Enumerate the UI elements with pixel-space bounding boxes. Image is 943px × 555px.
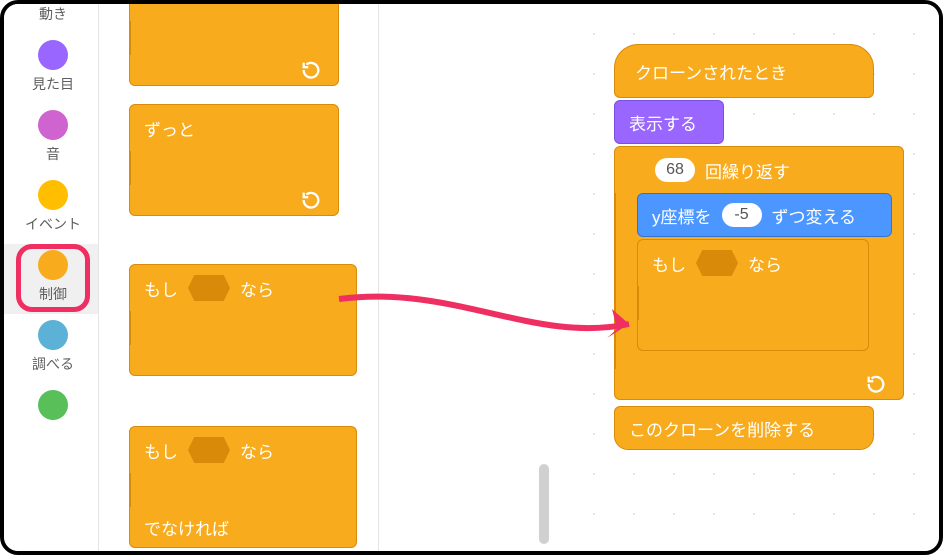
block-label: もし (144, 438, 178, 463)
category-sidebar: 動き 見た目 音 イベント 制御 調べる (4, 4, 99, 551)
repeat-block[interactable]: 68 回繰り返す y座標を -5 ずつ変える (614, 146, 904, 400)
condition-slot[interactable] (696, 250, 738, 276)
change-y-block[interactable]: y座標を -5 ずつ変える (637, 193, 892, 237)
block-palette: ずっと もし なら もし なら でなければ (99, 4, 379, 551)
block-label: 表示する (629, 110, 697, 135)
category-label: 音 (46, 144, 60, 164)
control-dot-icon (38, 250, 68, 280)
looks-dot-icon (38, 40, 68, 70)
palette-scrollbar[interactable] (539, 464, 549, 544)
category-label: 見た目 (32, 74, 74, 94)
block-label: クローンされたとき (635, 59, 787, 84)
category-sensing[interactable]: 調べる (4, 314, 98, 384)
block-label: なら (240, 438, 274, 463)
category-operators[interactable] (4, 384, 98, 434)
when-cloned-hat-block[interactable]: クローンされたとき (614, 44, 874, 98)
events-dot-icon (38, 180, 68, 210)
category-label: イベント (25, 214, 81, 234)
block-label: もし (144, 276, 178, 301)
block-label: もし (652, 251, 686, 276)
loop-arrow-icon (300, 189, 322, 211)
forever-block[interactable]: ずっと (129, 104, 339, 216)
category-control[interactable]: 制御 (4, 244, 98, 314)
category-label: 動き (39, 4, 67, 24)
category-label: 調べる (32, 354, 74, 374)
block-label: このクローンを削除する (629, 416, 815, 441)
category-sound[interactable]: 音 (4, 104, 98, 174)
loop-arrow-icon (865, 373, 887, 395)
block-label: なら (748, 251, 782, 276)
sound-dot-icon (38, 110, 68, 140)
condition-slot[interactable] (188, 275, 230, 301)
category-looks[interactable]: 見た目 (4, 34, 98, 104)
block-label: でなければ (144, 515, 229, 540)
delete-clone-block[interactable]: このクローンを削除する (614, 406, 874, 450)
block-label: ずつ変える (772, 203, 857, 228)
if-else-block[interactable]: もし なら でなければ (129, 426, 357, 548)
block-label: なら (240, 276, 274, 301)
category-label: 制御 (39, 284, 67, 304)
operators-dot-icon (38, 390, 68, 420)
category-events[interactable]: イベント (4, 174, 98, 244)
sensing-dot-icon (38, 320, 68, 350)
if-block[interactable]: もし なら (637, 239, 869, 351)
script-canvas[interactable]: クローンされたとき 表示する 68 回繰り返す y座標を (564, 4, 939, 551)
repeat-block-partial[interactable] (129, 4, 339, 86)
show-block[interactable]: 表示する (614, 100, 724, 144)
if-block[interactable]: もし なら (129, 264, 357, 376)
block-label: y座標を (652, 203, 712, 228)
change-y-input[interactable]: -5 (722, 203, 762, 227)
block-label: 回繰り返す (705, 158, 790, 183)
block-label: ずっと (144, 116, 195, 141)
loop-arrow-icon (300, 59, 322, 81)
category-motion[interactable]: 動き (4, 4, 98, 34)
repeat-count-input[interactable]: 68 (655, 158, 695, 182)
condition-slot[interactable] (188, 437, 230, 463)
